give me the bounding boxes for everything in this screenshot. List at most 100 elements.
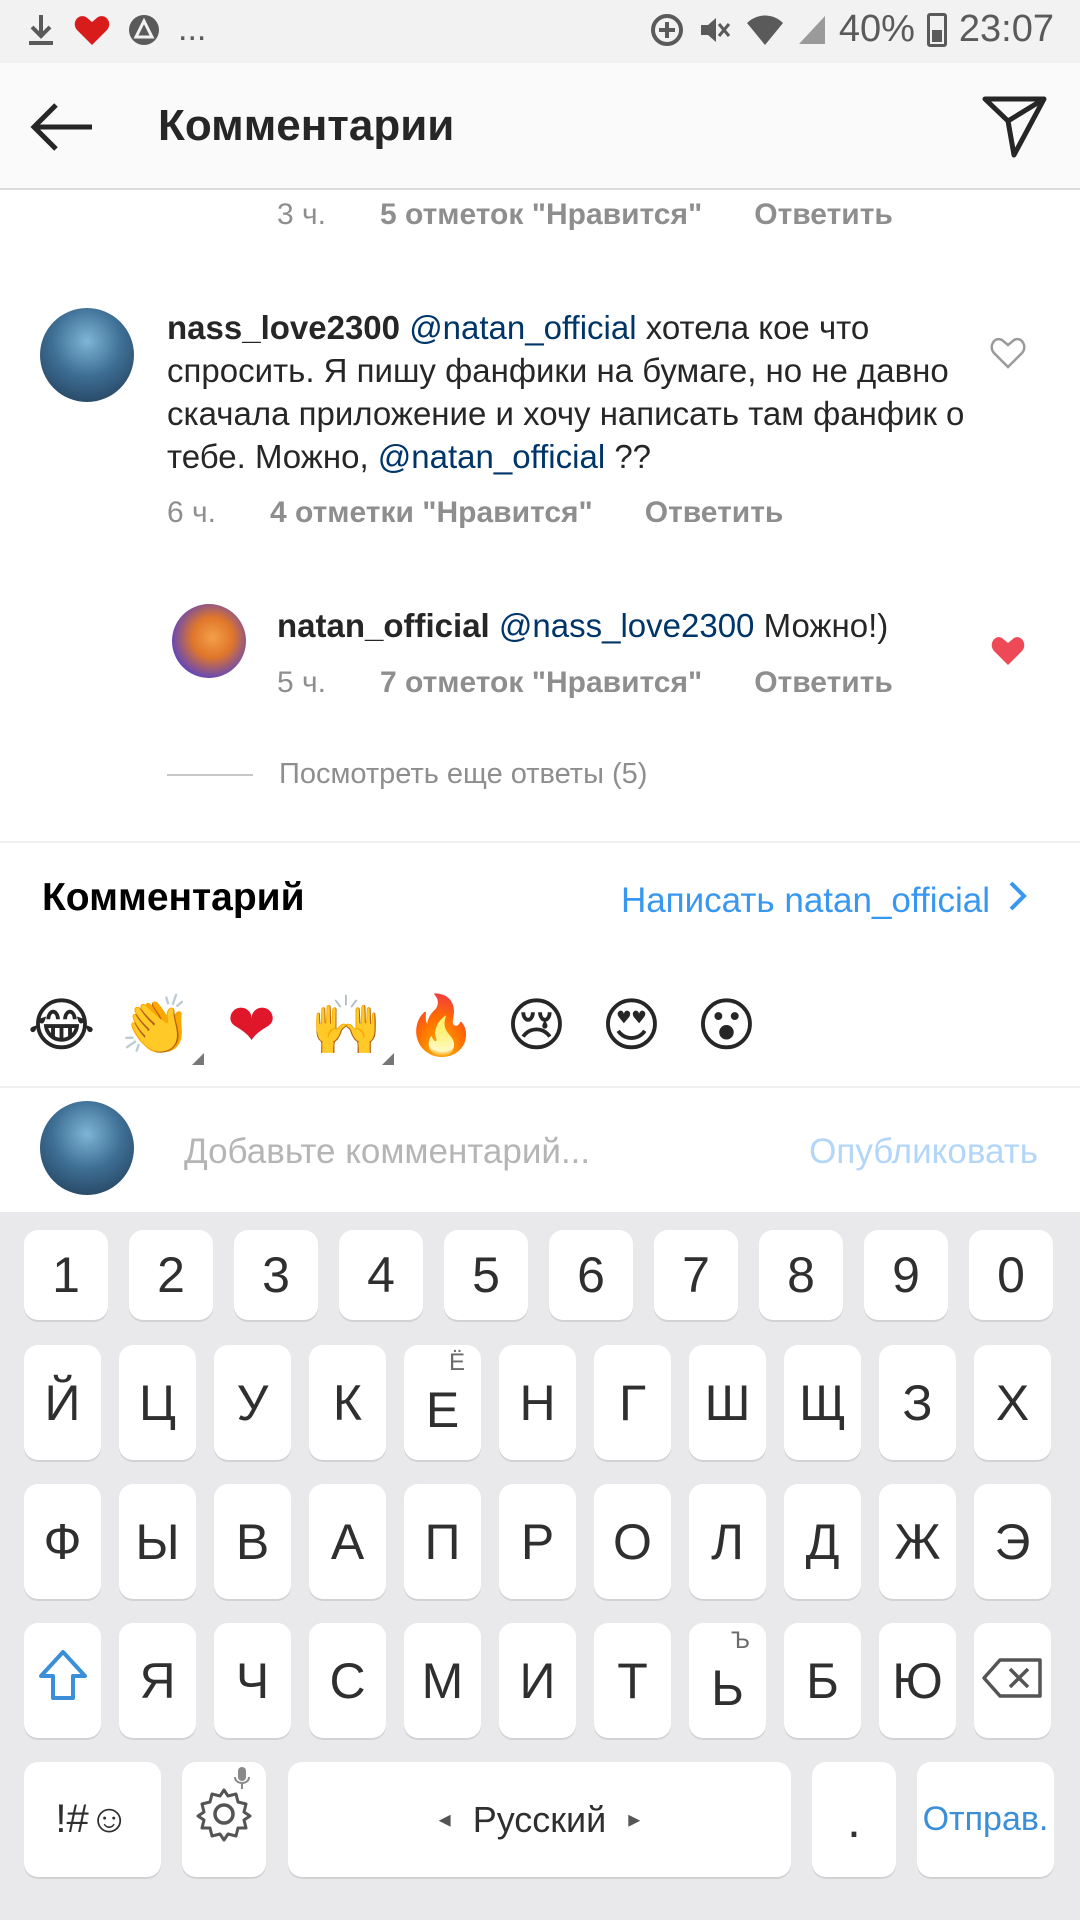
key-9[interactable]: 9 bbox=[864, 1230, 948, 1320]
key-letter[interactable]: Я bbox=[119, 1623, 196, 1738]
clock: 23:07 bbox=[958, 8, 1054, 50]
comment-time: 5 ч. bbox=[277, 666, 326, 699]
avatar bbox=[40, 1101, 134, 1195]
key-letter[interactable]: С bbox=[309, 1623, 386, 1738]
mention-link[interactable]: @natan_official bbox=[409, 309, 636, 346]
divider-line bbox=[167, 773, 253, 776]
period-key[interactable]: . bbox=[812, 1762, 896, 1877]
key-letter[interactable]: Ц bbox=[119, 1345, 196, 1460]
key-letter[interactable]: Р bbox=[499, 1484, 576, 1599]
key-8[interactable]: 8 bbox=[759, 1230, 843, 1320]
key-letter[interactable]: Л bbox=[689, 1484, 766, 1599]
caret-right-icon: ▸ bbox=[628, 1806, 641, 1833]
key-letter[interactable]: П bbox=[404, 1484, 481, 1599]
view-more-replies[interactable]: Посмотреть еще ответы (5) bbox=[167, 758, 647, 791]
comment-input[interactable]: Добавьте комментарий... bbox=[184, 1132, 590, 1172]
avatar[interactable] bbox=[172, 604, 246, 678]
key-letter[interactable]: Д bbox=[784, 1484, 861, 1599]
key-letter[interactable]: И bbox=[499, 1623, 576, 1738]
top-bar: Комментарии bbox=[0, 63, 1080, 190]
battery-icon bbox=[926, 12, 947, 47]
view-more-replies-label: Посмотреть еще ответы (5) bbox=[279, 758, 648, 790]
mention-link[interactable]: @natan_official bbox=[378, 438, 605, 475]
caret-left-icon: ◂ bbox=[438, 1806, 451, 1833]
key-hint: Ъ bbox=[731, 1627, 750, 1654]
emoji-laughing[interactable]: 😂 bbox=[14, 985, 109, 1065]
key-2[interactable]: 2 bbox=[129, 1230, 213, 1320]
signal-icon bbox=[797, 14, 827, 46]
key-letter[interactable]: У bbox=[214, 1345, 291, 1460]
comment-likes[interactable]: 7 отметок "Нравится" bbox=[380, 666, 702, 700]
key-7[interactable]: 7 bbox=[654, 1230, 738, 1320]
shift-key[interactable] bbox=[24, 1623, 101, 1738]
key-letter[interactable]: Ш bbox=[689, 1345, 766, 1460]
reply-meta: 5 ч. 7 отметок "Нравится" Ответить bbox=[277, 666, 893, 700]
key-letter[interactable]: Т bbox=[594, 1623, 671, 1738]
direct-send-icon[interactable] bbox=[980, 91, 1050, 161]
key-1[interactable]: 1 bbox=[24, 1230, 108, 1320]
emoji-surprised[interactable]: 😮 bbox=[679, 985, 774, 1065]
key-3[interactable]: 3 bbox=[234, 1230, 318, 1320]
key-letter[interactable]: Ф bbox=[24, 1484, 101, 1599]
key-letter[interactable]: Ю bbox=[879, 1623, 956, 1738]
symbols-key[interactable]: !#☺ bbox=[24, 1762, 161, 1877]
mute-icon bbox=[697, 12, 733, 48]
backspace-key[interactable] bbox=[974, 1623, 1051, 1738]
key-5[interactable]: 5 bbox=[444, 1230, 528, 1320]
keyboard-settings-key[interactable] bbox=[182, 1762, 266, 1877]
key-letter[interactable]: Х bbox=[974, 1345, 1051, 1460]
key-letter[interactable]: Э bbox=[974, 1484, 1051, 1599]
write-to-user-link[interactable]: Написать natan_official bbox=[621, 880, 1028, 921]
key-letter[interactable]: Й bbox=[24, 1345, 101, 1460]
comment-meta: 6 ч. 4 отметки "Нравится" Ответить bbox=[167, 496, 783, 530]
key-letter[interactable]: О bbox=[594, 1484, 671, 1599]
emoji-heart[interactable]: ❤ bbox=[204, 985, 299, 1065]
key-letter-e[interactable]: Ё Е bbox=[404, 1345, 481, 1460]
space-key[interactable]: ◂ Русский ▸ bbox=[288, 1762, 791, 1877]
comment-composer: Добавьте комментарий... Опубликовать bbox=[0, 1086, 1080, 1212]
back-arrow-icon[interactable] bbox=[28, 93, 96, 161]
comment-time: 6 ч. bbox=[167, 496, 216, 529]
key-letter[interactable]: Ж bbox=[879, 1484, 956, 1599]
comment-text: nass_love2300 @natan_official хотела кое… bbox=[167, 306, 967, 478]
space-language-label: Русский bbox=[472, 1798, 607, 1840]
key-letter[interactable]: В bbox=[214, 1484, 291, 1599]
key-letter[interactable]: Н bbox=[499, 1345, 576, 1460]
emoji-heart-eyes[interactable]: 😍 bbox=[584, 985, 679, 1065]
key-letter[interactable]: Г bbox=[594, 1345, 671, 1460]
emoji-raised-hands[interactable]: 🙌 bbox=[299, 985, 394, 1065]
liked-heart-icon[interactable] bbox=[990, 634, 1026, 668]
key-letter-soft-sign[interactable]: Ъ Ь bbox=[689, 1623, 766, 1738]
key-4[interactable]: 4 bbox=[339, 1230, 423, 1320]
key-letter[interactable]: Ы bbox=[119, 1484, 196, 1599]
app-notification-icon bbox=[128, 14, 160, 46]
send-key[interactable]: Отправ. bbox=[917, 1762, 1054, 1877]
mention-link[interactable]: @nass_love2300 bbox=[499, 607, 755, 644]
like-heart-icon[interactable] bbox=[990, 336, 1026, 370]
key-letter[interactable]: М bbox=[404, 1623, 481, 1738]
key-letter[interactable]: Б bbox=[784, 1623, 861, 1738]
heart-notification-icon bbox=[74, 14, 110, 46]
avatar[interactable] bbox=[40, 308, 134, 402]
emoji-crying[interactable]: 😢 bbox=[489, 985, 584, 1065]
reply-username[interactable]: natan_official bbox=[277, 607, 490, 644]
page-title: Комментарии bbox=[158, 101, 455, 150]
key-letter[interactable]: Ч bbox=[214, 1623, 291, 1738]
comment-likes[interactable]: 4 отметки "Нравится" bbox=[270, 496, 593, 530]
emoji-fire[interactable]: 🔥 bbox=[394, 985, 489, 1065]
data-saver-icon bbox=[649, 12, 685, 48]
key-0[interactable]: 0 bbox=[969, 1230, 1053, 1320]
key-letter[interactable]: З bbox=[879, 1345, 956, 1460]
emoji-clapping[interactable]: 👏 bbox=[109, 985, 204, 1065]
key-6[interactable]: 6 bbox=[549, 1230, 633, 1320]
reply-button[interactable]: Ответить bbox=[754, 666, 893, 700]
reply-button[interactable]: Ответить bbox=[754, 198, 893, 232]
reply-button[interactable]: Ответить bbox=[645, 496, 784, 530]
chevron-right-icon bbox=[1008, 880, 1028, 921]
comment-likes[interactable]: 5 отметок "Нравится" bbox=[380, 198, 702, 232]
publish-button[interactable]: Опубликовать bbox=[809, 1132, 1038, 1172]
comment-username[interactable]: nass_love2300 bbox=[167, 309, 400, 346]
key-letter[interactable]: Щ bbox=[784, 1345, 861, 1460]
key-letter[interactable]: К bbox=[309, 1345, 386, 1460]
key-letter[interactable]: А bbox=[309, 1484, 386, 1599]
